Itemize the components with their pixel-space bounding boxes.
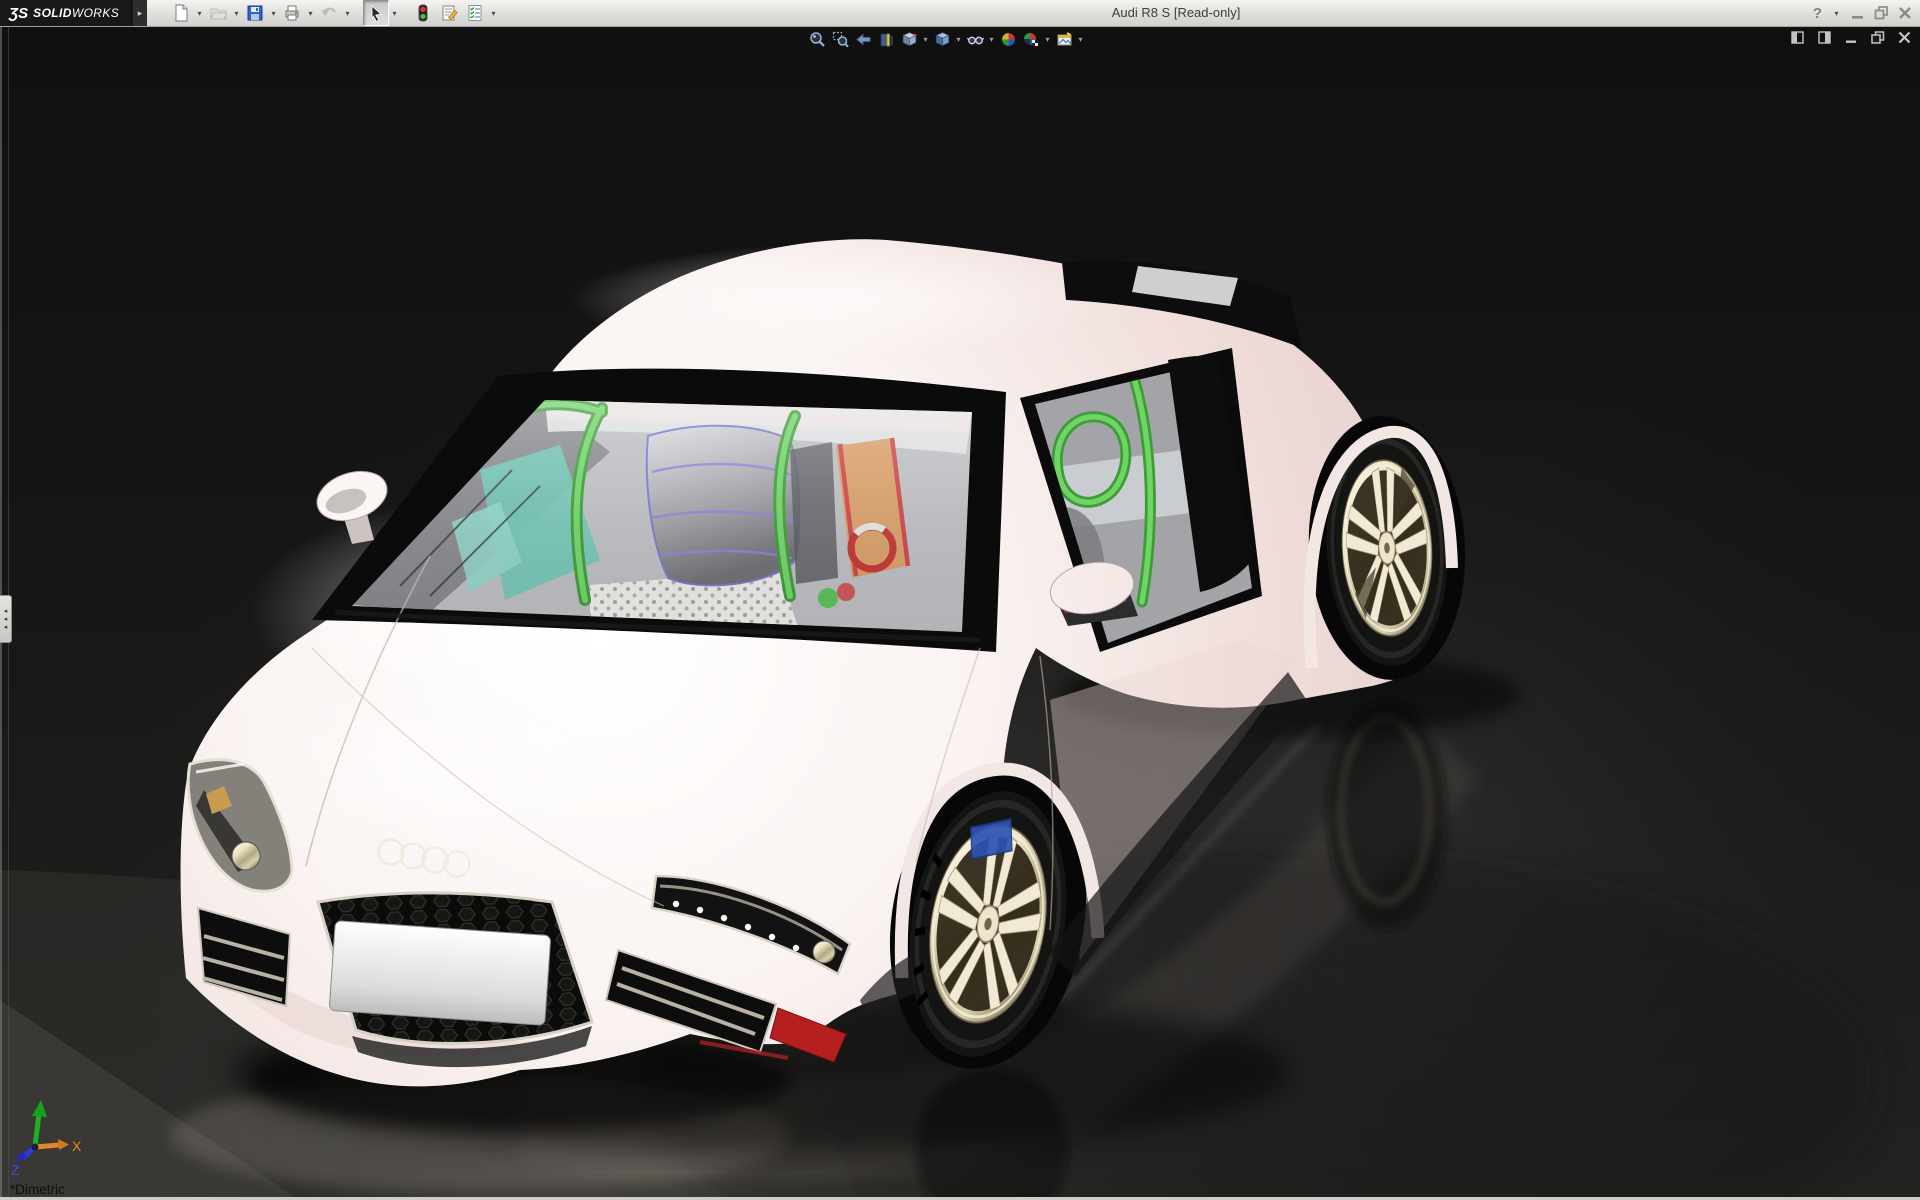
select-flyout-caret[interactable]: ▾ [389, 9, 400, 18]
view-orientation-caret[interactable]: ▾ [921, 35, 930, 44]
apply-scene-sphere-icon [1000, 31, 1017, 48]
new-flyout-caret[interactable]: ▾ [194, 9, 205, 18]
view-settings-button[interactable] [1020, 29, 1042, 49]
expand-panel-right-icon[interactable] [1818, 31, 1832, 44]
open-document-button[interactable] [205, 0, 231, 26]
section-view-button[interactable] [875, 29, 897, 49]
minimize-button[interactable] [1851, 6, 1865, 20]
edit-appearance-icon [1056, 31, 1073, 48]
display-style-caret[interactable]: ▾ [954, 35, 963, 44]
logo-name-light: WORKS [72, 6, 119, 20]
file-properties-icon [440, 4, 458, 22]
options-checklist-icon [466, 4, 484, 22]
view-orientation-button[interactable] [898, 29, 920, 49]
zoom-to-area-icon [832, 31, 849, 48]
file-properties-button[interactable] [436, 0, 462, 26]
save-button[interactable] [242, 0, 268, 26]
options-flyout-caret[interactable]: ▾ [488, 9, 499, 18]
hide-show-items-caret[interactable]: ▾ [987, 35, 996, 44]
logo-monogram: ƷS [9, 5, 28, 22]
close-button[interactable] [1898, 6, 1912, 20]
help-flyout-caret[interactable]: ▾ [1831, 9, 1842, 18]
apply-scene-button[interactable] [997, 29, 1019, 49]
zoom-to-area-button[interactable] [829, 29, 851, 49]
select-tool-button[interactable] [363, 0, 389, 26]
view-settings-sphere-icon [1023, 31, 1040, 48]
solidworks-logo: ƷS SOLIDWORKS [0, 0, 133, 26]
view-orientation-status: *Dimetric [10, 1182, 65, 1197]
open-flyout-caret[interactable]: ▾ [231, 9, 242, 18]
print-flyout-caret[interactable]: ▾ [305, 9, 316, 18]
expand-panel-left-icon[interactable] [1791, 31, 1805, 44]
document-window-controls [1791, 31, 1911, 44]
previous-view-icon [855, 31, 872, 48]
save-floppy-icon [246, 4, 264, 22]
zoom-to-fit-button[interactable] [806, 29, 828, 49]
help-button[interactable]: ? [1813, 5, 1822, 22]
app-window-controls: ? ▾ [1813, 0, 1912, 26]
print-button[interactable] [279, 0, 305, 26]
z-axis-label: Z [11, 1162, 20, 1178]
x-axis-arrow [35, 1145, 59, 1147]
x-axis-label: X [72, 1138, 82, 1154]
view-orientation-cube-icon [901, 31, 918, 48]
eyeglasses-icon [967, 31, 984, 48]
section-view-icon [878, 31, 895, 48]
license-plate[interactable] [329, 921, 551, 1026]
title-bar: ƷS SOLIDWORKS ▸ ▾ ▾ ▾ ▾ ▾ ▾ [0, 0, 1920, 27]
open-folder-icon [209, 4, 227, 22]
heads-up-view-toolbar: ▾ ▾ ▾ ▾ ▾ [806, 28, 1085, 50]
edit-appearance-button[interactable] [1053, 29, 1075, 49]
featuremanager-splitter-handle[interactable]: ◂ ◂ ◂ [0, 595, 12, 643]
doc-restore-button[interactable] [1871, 31, 1885, 44]
view-settings-caret[interactable]: ▾ [1043, 35, 1052, 44]
standard-toolbar: ▾ ▾ ▾ ▾ ▾ ▾ ▾ [168, 0, 499, 26]
edit-appearance-caret[interactable]: ▾ [1076, 35, 1085, 44]
menu-flyout-tab[interactable]: ▸ [133, 0, 147, 26]
previous-view-button[interactable] [852, 29, 874, 49]
model-scene[interactable]: X Z [0, 26, 1920, 1200]
display-style-cube-icon [934, 31, 951, 48]
options-button[interactable] [462, 0, 488, 26]
undo-button[interactable] [316, 0, 342, 26]
graphics-viewport[interactable]: X Z ▾ ▾ ▾ [0, 26, 1920, 1200]
rebuild-button[interactable] [410, 0, 436, 26]
rebuild-traffic-light-icon [414, 4, 432, 22]
undo-flyout-caret[interactable]: ▾ [342, 9, 353, 18]
doc-minimize-button[interactable] [1845, 31, 1858, 44]
doc-close-button[interactable] [1898, 31, 1911, 44]
hide-show-items-button[interactable] [964, 29, 986, 49]
new-document-button[interactable] [168, 0, 194, 26]
roof-highlight [570, 244, 1110, 356]
logo-name-bold: SOLID [33, 6, 72, 20]
select-cursor-icon [367, 4, 385, 22]
save-flyout-caret[interactable]: ▾ [268, 9, 279, 18]
zoom-to-fit-icon [809, 31, 826, 48]
undo-arrow-icon [320, 4, 338, 22]
print-icon [283, 4, 301, 22]
restore-button[interactable] [1874, 6, 1889, 20]
display-style-button[interactable] [931, 29, 953, 49]
new-document-icon [172, 4, 190, 22]
window-title: Audi R8 S [Read-only] [1112, 0, 1241, 26]
